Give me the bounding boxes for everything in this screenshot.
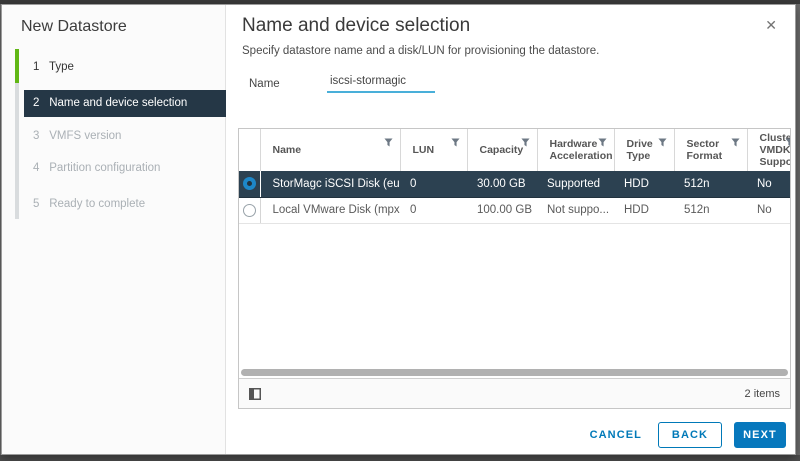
cell-clustered-vmdk: No — [747, 171, 790, 197]
wizard-step-ready-to-complete: 5 Ready to complete — [24, 191, 226, 218]
cell-sector-format: 512n — [674, 197, 747, 223]
cell-lun: 0 — [400, 197, 467, 223]
cell-hardware-acceleration: Supported — [537, 171, 614, 197]
step-label: Type — [49, 61, 74, 73]
page-title: Name and device selection — [242, 15, 470, 37]
wizard-step-vmfs-version: 3 VMFS version — [24, 123, 226, 150]
table-row-stormagic-disk[interactable]: StorMagc iSCSI Disk (eui.0... 0 30.00 GB… — [239, 171, 790, 197]
wizard-sidebar: New Datastore 1 Type 2 Name and device s… — [2, 5, 226, 454]
filter-icon[interactable] — [521, 138, 530, 150]
radio-selected[interactable] — [243, 177, 256, 190]
step-label: Partition configuration — [49, 162, 160, 174]
cell-drive-type: HDD — [614, 171, 674, 197]
column-header-hardware-acceleration[interactable]: Hardware Acceleration — [537, 129, 614, 171]
wizard-step-name-and-device-selection[interactable]: 2 Name and device selection — [24, 90, 226, 117]
next-button[interactable]: NEXT — [734, 422, 786, 448]
column-header-drive-type[interactable]: Drive Type — [614, 129, 674, 171]
step-label: Ready to complete — [49, 198, 145, 210]
column-header-clustered-vmdk-supported[interactable]: Clustered VMDK Supported — [747, 129, 790, 171]
step-number: 1 — [33, 54, 46, 81]
name-field-label: Name — [249, 78, 280, 90]
back-button[interactable]: BACK — [658, 422, 722, 448]
screen: New Datastore 1 Type 2 Name and device s… — [0, 0, 800, 461]
step-label: VMFS version — [49, 130, 121, 142]
filter-icon[interactable] — [731, 138, 740, 150]
step-number: 5 — [33, 191, 46, 218]
filter-icon[interactable] — [451, 138, 460, 150]
horizontal-scrollbar[interactable] — [239, 367, 790, 378]
cell-clustered-vmdk: No — [747, 197, 790, 223]
cell-capacity: 100.00 GB — [467, 197, 537, 223]
device-grid: Name LUN Capacity — [238, 128, 791, 409]
cell-name: Local VMware Disk (mpx.v... — [260, 197, 400, 223]
device-table: Name LUN Capacity — [239, 129, 790, 224]
step-number: 2 — [33, 90, 46, 117]
scrollbar-thumb[interactable] — [241, 369, 788, 376]
cell-sector-format: 512n — [674, 171, 747, 197]
step-number: 3 — [33, 123, 46, 150]
filter-icon[interactable] — [384, 138, 393, 150]
wizard-step-type[interactable]: 1 Type — [24, 54, 226, 81]
step-number: 4 — [33, 155, 46, 182]
column-header-name[interactable]: Name — [260, 129, 400, 171]
cell-lun: 0 — [400, 171, 467, 197]
new-datastore-dialog: New Datastore 1 Type 2 Name and device s… — [1, 4, 796, 455]
filter-icon[interactable] — [785, 138, 790, 150]
grid-footer: 2 items — [239, 378, 790, 408]
device-grid-body: Name LUN Capacity — [239, 129, 790, 367]
filter-icon[interactable] — [598, 138, 607, 150]
column-toggle-icon[interactable] — [249, 388, 261, 400]
items-count: 2 items — [745, 388, 780, 400]
cancel-button[interactable]: CANCEL — [590, 429, 642, 441]
table-row-local-vmware-disk[interactable]: Local VMware Disk (mpx.v... 0 100.00 GB … — [239, 197, 790, 223]
table-header-row: Name LUN Capacity — [239, 129, 790, 171]
radio-column-header — [239, 129, 260, 171]
column-header-capacity[interactable]: Capacity — [467, 129, 537, 171]
dialog-title: New Datastore — [21, 18, 127, 36]
column-header-sector-format[interactable]: Sector Format — [674, 129, 747, 171]
step-track-completed-bar — [15, 49, 19, 83]
cell-name: StorMagc iSCSI Disk (eui.0... — [260, 171, 400, 197]
filter-icon[interactable] — [658, 138, 667, 150]
cell-drive-type: HDD — [614, 197, 674, 223]
backdrop-bottom-strip — [0, 455, 800, 461]
radio-unselected[interactable] — [243, 204, 256, 217]
column-header-lun[interactable]: LUN — [400, 129, 467, 171]
dialog-actions: CANCEL BACK NEXT — [590, 422, 786, 448]
row-radio-cell — [239, 171, 260, 197]
row-radio-cell — [239, 197, 260, 223]
cell-capacity: 30.00 GB — [467, 171, 537, 197]
step-label: Name and device selection — [49, 97, 187, 109]
cell-hardware-acceleration: Not suppo... — [537, 197, 614, 223]
datastore-name-input[interactable] — [327, 71, 435, 93]
close-icon[interactable]: ✕ — [765, 17, 777, 34]
page-subtitle: Specify datastore name and a disk/LUN fo… — [242, 45, 599, 57]
wizard-step-partition-configuration: 4 Partition configuration — [24, 155, 226, 182]
